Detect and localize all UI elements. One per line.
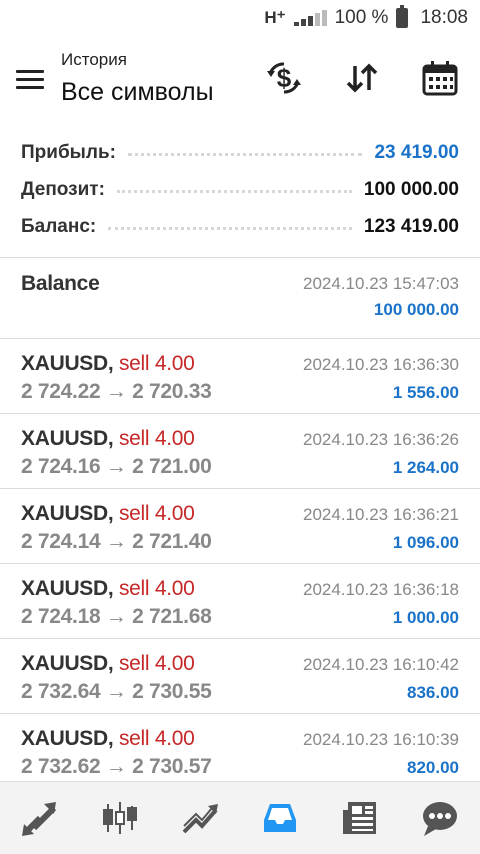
deal-time: 2024.10.23 16:36:21 bbox=[303, 505, 459, 524]
clock: 18:08 bbox=[420, 7, 468, 28]
news-icon[interactable] bbox=[336, 794, 384, 842]
chart-trend-icon[interactable] bbox=[176, 794, 224, 842]
deal-symbol: XAUUSD, sell 4.00 bbox=[21, 727, 195, 750]
deal-symbol: XAUUSD, sell 4.00 bbox=[21, 427, 195, 450]
deal-time: 2024.10.23 16:36:26 bbox=[303, 430, 459, 449]
entry-label: Balance bbox=[21, 272, 100, 295]
deal-side: sell 4.00 bbox=[118, 652, 195, 675]
deal-side: sell 4.00 bbox=[118, 727, 195, 750]
deal-side: sell 4.00 bbox=[118, 577, 195, 600]
deal-prices: 2 724.18 → 2 721.68 bbox=[21, 605, 212, 628]
balance-value: 123 419.00 bbox=[363, 215, 459, 237]
dotted-leader bbox=[127, 153, 363, 156]
deal-profit: 1 096.00 bbox=[392, 533, 459, 552]
deal-profit: 1 000.00 bbox=[392, 608, 459, 627]
profit-row: Прибыль: 23 419.00 bbox=[21, 134, 459, 171]
status-bar: H⁺ 100 % 18:08 bbox=[0, 0, 480, 36]
candlestick-icon[interactable] bbox=[96, 794, 144, 842]
deal-time: 2024.10.23 16:36:18 bbox=[303, 580, 459, 599]
page-subtitle: История bbox=[61, 50, 127, 69]
currency-exchange-icon[interactable]: $ bbox=[262, 56, 306, 100]
deal-symbol: XAUUSD, sell 4.00 bbox=[21, 352, 195, 375]
deal-profit: 1 264.00 bbox=[392, 458, 459, 477]
battery-icon bbox=[396, 5, 409, 28]
entry-amount: 100 000.00 bbox=[373, 300, 459, 319]
calendar-icon[interactable] bbox=[418, 56, 462, 100]
bottom-nav bbox=[0, 781, 480, 854]
list-item[interactable]: XAUUSD, sell 4.00 2 732.64 → 2 730.55 20… bbox=[0, 639, 480, 714]
menu-icon[interactable] bbox=[16, 70, 44, 90]
deal-prices: 2 724.22 → 2 720.33 bbox=[21, 380, 212, 403]
trade-arrows-icon[interactable] bbox=[16, 794, 64, 842]
deal-symbol: XAUUSD, sell 4.00 bbox=[21, 502, 195, 525]
deposit-label: Депозит: bbox=[21, 178, 105, 200]
deal-time: 2024.10.23 16:10:42 bbox=[303, 655, 459, 674]
deal-prices: 2 724.14 → 2 721.40 bbox=[21, 530, 212, 553]
list-item[interactable]: XAUUSD, sell 4.00 2 724.22 → 2 720.33 20… bbox=[0, 339, 480, 414]
entry-time: 2024.10.23 15:47:03 bbox=[303, 274, 459, 293]
profit-label: Прибыль: bbox=[21, 141, 116, 163]
balance-label: Баланс: bbox=[21, 215, 97, 237]
dotted-leader bbox=[108, 227, 352, 230]
deal-prices: 2 732.62 → 2 730.57 bbox=[21, 755, 212, 778]
signal-icon bbox=[293, 10, 327, 26]
deal-profit: 836.00 bbox=[407, 683, 459, 702]
list-item[interactable]: XAUUSD, sell 4.00 2 724.14 → 2 721.40 20… bbox=[0, 489, 480, 564]
deal-symbol: XAUUSD, sell 4.00 bbox=[21, 577, 195, 600]
deposit-row: Депозит: 100 000.00 bbox=[21, 171, 459, 208]
deposit-value: 100 000.00 bbox=[363, 178, 459, 200]
deal-prices: 2 724.16 → 2 721.00 bbox=[21, 455, 212, 478]
dotted-leader bbox=[116, 190, 352, 193]
sort-arrows-icon[interactable] bbox=[340, 56, 384, 100]
deal-side: sell 4.00 bbox=[118, 502, 195, 525]
deal-side: sell 4.00 bbox=[118, 427, 195, 450]
deal-side: sell 4.00 bbox=[118, 352, 195, 375]
history-inbox-icon[interactable] bbox=[256, 794, 304, 842]
deal-time: 2024.10.23 16:36:30 bbox=[303, 355, 459, 374]
list-item-balance[interactable]: Balance 2024.10.23 15:47:03 100 000.00 bbox=[0, 258, 480, 339]
account-summary: Прибыль: 23 419.00 Депозит: 100 000.00 Б… bbox=[0, 124, 480, 258]
page-title[interactable]: Все символы bbox=[61, 78, 214, 107]
list-item[interactable]: XAUUSD, sell 4.00 2 724.16 → 2 721.00 20… bbox=[0, 414, 480, 489]
list-item[interactable]: XAUUSD, sell 4.00 2 724.18 → 2 721.68 20… bbox=[0, 564, 480, 639]
svg-text:$: $ bbox=[277, 63, 292, 93]
chat-icon[interactable] bbox=[416, 794, 464, 842]
profit-value: 23 419.00 bbox=[374, 141, 459, 163]
balance-row: Баланс: 123 419.00 bbox=[21, 208, 459, 245]
deal-prices: 2 732.64 → 2 730.55 bbox=[21, 680, 212, 703]
list-item[interactable]: XAUUSD, sell 4.00 2 732.62 → 2 730.57 20… bbox=[0, 714, 480, 789]
deal-time: 2024.10.23 16:10:39 bbox=[303, 730, 459, 749]
deal-profit: 1 556.00 bbox=[392, 383, 459, 402]
deal-profit: 820.00 bbox=[407, 758, 459, 777]
network-type: H⁺ bbox=[264, 8, 286, 27]
app-header: История Все символы $ bbox=[0, 36, 480, 124]
battery-text: 100 % bbox=[334, 7, 389, 28]
deal-symbol: XAUUSD, sell 4.00 bbox=[21, 652, 195, 675]
